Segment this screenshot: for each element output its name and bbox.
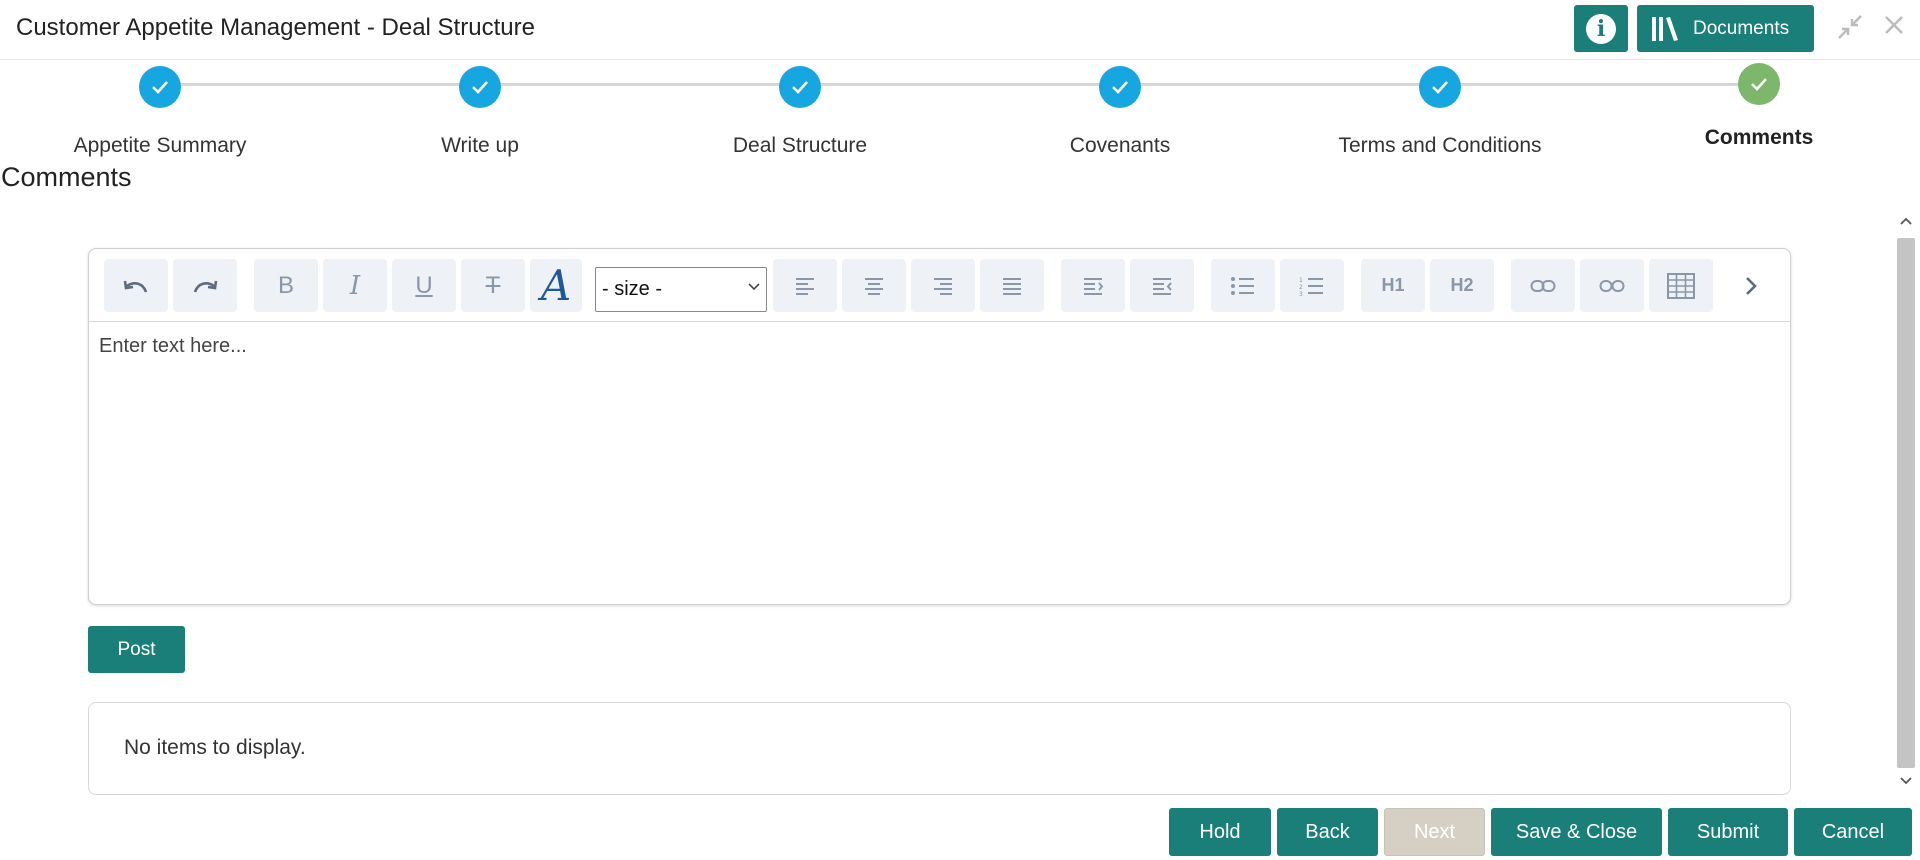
align-justify-button[interactable] xyxy=(980,259,1044,312)
check-icon xyxy=(1099,66,1141,108)
undo-button[interactable] xyxy=(104,259,168,312)
numbered-list-icon: 123 xyxy=(1299,277,1323,296)
info-button[interactable]: i xyxy=(1574,5,1628,52)
comments-list: No items to display. xyxy=(88,702,1791,795)
italic-label: I xyxy=(349,270,361,301)
insert-link-button[interactable] xyxy=(1511,259,1575,312)
link-icon xyxy=(1530,279,1556,292)
editor-text-area[interactable]: Enter text here... xyxy=(99,335,247,358)
info-icon: i xyxy=(1586,13,1616,44)
insert-table-button[interactable] xyxy=(1649,259,1713,312)
stepper-track xyxy=(160,83,1760,86)
indent-icon xyxy=(1084,277,1104,295)
save-and-close-button[interactable]: Save & Close xyxy=(1491,808,1662,856)
rich-text-editor: B I U T A - size - 1 2 3 H1 H2 Enter tex… xyxy=(88,248,1791,605)
remove-link-button[interactable] xyxy=(1580,259,1644,312)
align-right-button[interactable] xyxy=(911,259,975,312)
italic-button[interactable]: I xyxy=(323,259,387,312)
hold-button[interactable]: Hold xyxy=(1169,808,1271,856)
svg-text:2: 2 xyxy=(1299,284,1303,291)
empty-message: No items to display. xyxy=(124,736,306,759)
step-label: Comments xyxy=(1704,126,1814,149)
minimize-icon[interactable] xyxy=(1836,14,1864,42)
back-button[interactable]: Back xyxy=(1277,808,1378,856)
unlink-icon xyxy=(1599,279,1625,292)
heading1-button[interactable]: H1 xyxy=(1361,259,1425,312)
underline-label: U xyxy=(415,271,433,299)
step-label: Covenants xyxy=(1069,134,1171,157)
check-icon xyxy=(139,66,181,108)
section-title: Comments xyxy=(1,162,132,192)
vertical-scrollbar[interactable] xyxy=(1894,210,1918,794)
align-center-icon xyxy=(865,277,883,295)
scroll-thumb[interactable] xyxy=(1897,238,1915,768)
align-right-icon xyxy=(934,277,952,295)
library-icon xyxy=(1652,16,1678,41)
align-center-button[interactable] xyxy=(842,259,906,312)
undo-icon xyxy=(123,280,148,293)
documents-label: Documents xyxy=(1693,17,1790,39)
check-icon xyxy=(1419,66,1461,108)
align-justify-icon xyxy=(1003,277,1021,295)
bold-button[interactable]: B xyxy=(254,259,318,312)
font-color-label: A xyxy=(540,261,572,310)
window-header: Customer Appetite Management - Deal Stru… xyxy=(0,0,1920,60)
strikethrough-button[interactable]: T xyxy=(461,259,525,312)
step-label: Terms and Conditions xyxy=(1338,134,1542,157)
heading2-button[interactable]: H2 xyxy=(1430,259,1494,312)
check-icon xyxy=(459,66,501,108)
redo-button[interactable] xyxy=(173,259,237,312)
documents-button[interactable]: Documents xyxy=(1637,5,1814,52)
svg-text:3: 3 xyxy=(1299,291,1303,296)
font-size-value: - size - xyxy=(602,278,662,300)
more-tools-button[interactable] xyxy=(1725,259,1777,312)
progress-stepper: Appetite Summary Write up Deal Structure… xyxy=(0,60,1920,170)
post-button[interactable]: Post xyxy=(88,626,185,673)
chevron-right-icon xyxy=(1746,276,1757,295)
heading1-label: H1 xyxy=(1381,275,1405,295)
strikethrough-label: T xyxy=(485,271,501,299)
align-left-button[interactable] xyxy=(773,259,837,312)
chevron-down-icon xyxy=(748,280,760,294)
heading2-label: H2 xyxy=(1450,275,1474,295)
font-color-button[interactable]: A xyxy=(530,259,582,312)
bold-label: B xyxy=(277,271,294,299)
outdent-icon xyxy=(1153,277,1172,295)
table-icon xyxy=(1667,272,1695,299)
scroll-up-icon[interactable] xyxy=(1894,210,1918,234)
next-button[interactable]: Next xyxy=(1384,808,1485,856)
svg-text:1: 1 xyxy=(1299,277,1303,284)
step-label: Appetite Summary xyxy=(73,134,247,157)
bullet-list-button[interactable] xyxy=(1211,259,1275,312)
underline-button[interactable]: U xyxy=(392,259,456,312)
editor-toolbar: B I U T A - size - 1 2 3 H1 H2 xyxy=(89,249,1790,322)
cancel-button[interactable]: Cancel xyxy=(1794,808,1912,856)
indent-button[interactable] xyxy=(1061,259,1125,312)
scroll-down-icon[interactable] xyxy=(1894,770,1918,794)
step-label: Deal Structure xyxy=(732,134,868,157)
window-title: Customer Appetite Management - Deal Stru… xyxy=(16,14,535,41)
bullet-list-icon xyxy=(1231,276,1254,295)
step-label: Write up xyxy=(441,134,519,157)
close-icon[interactable] xyxy=(1880,14,1908,42)
check-icon xyxy=(779,66,821,108)
outdent-button[interactable] xyxy=(1130,259,1194,312)
font-size-select[interactable]: - size - xyxy=(595,267,767,312)
align-left-icon xyxy=(796,277,814,295)
numbered-list-button[interactable]: 123 xyxy=(1280,259,1344,312)
check-icon xyxy=(1738,63,1780,105)
submit-button[interactable]: Submit xyxy=(1668,808,1788,856)
redo-icon xyxy=(193,280,218,293)
